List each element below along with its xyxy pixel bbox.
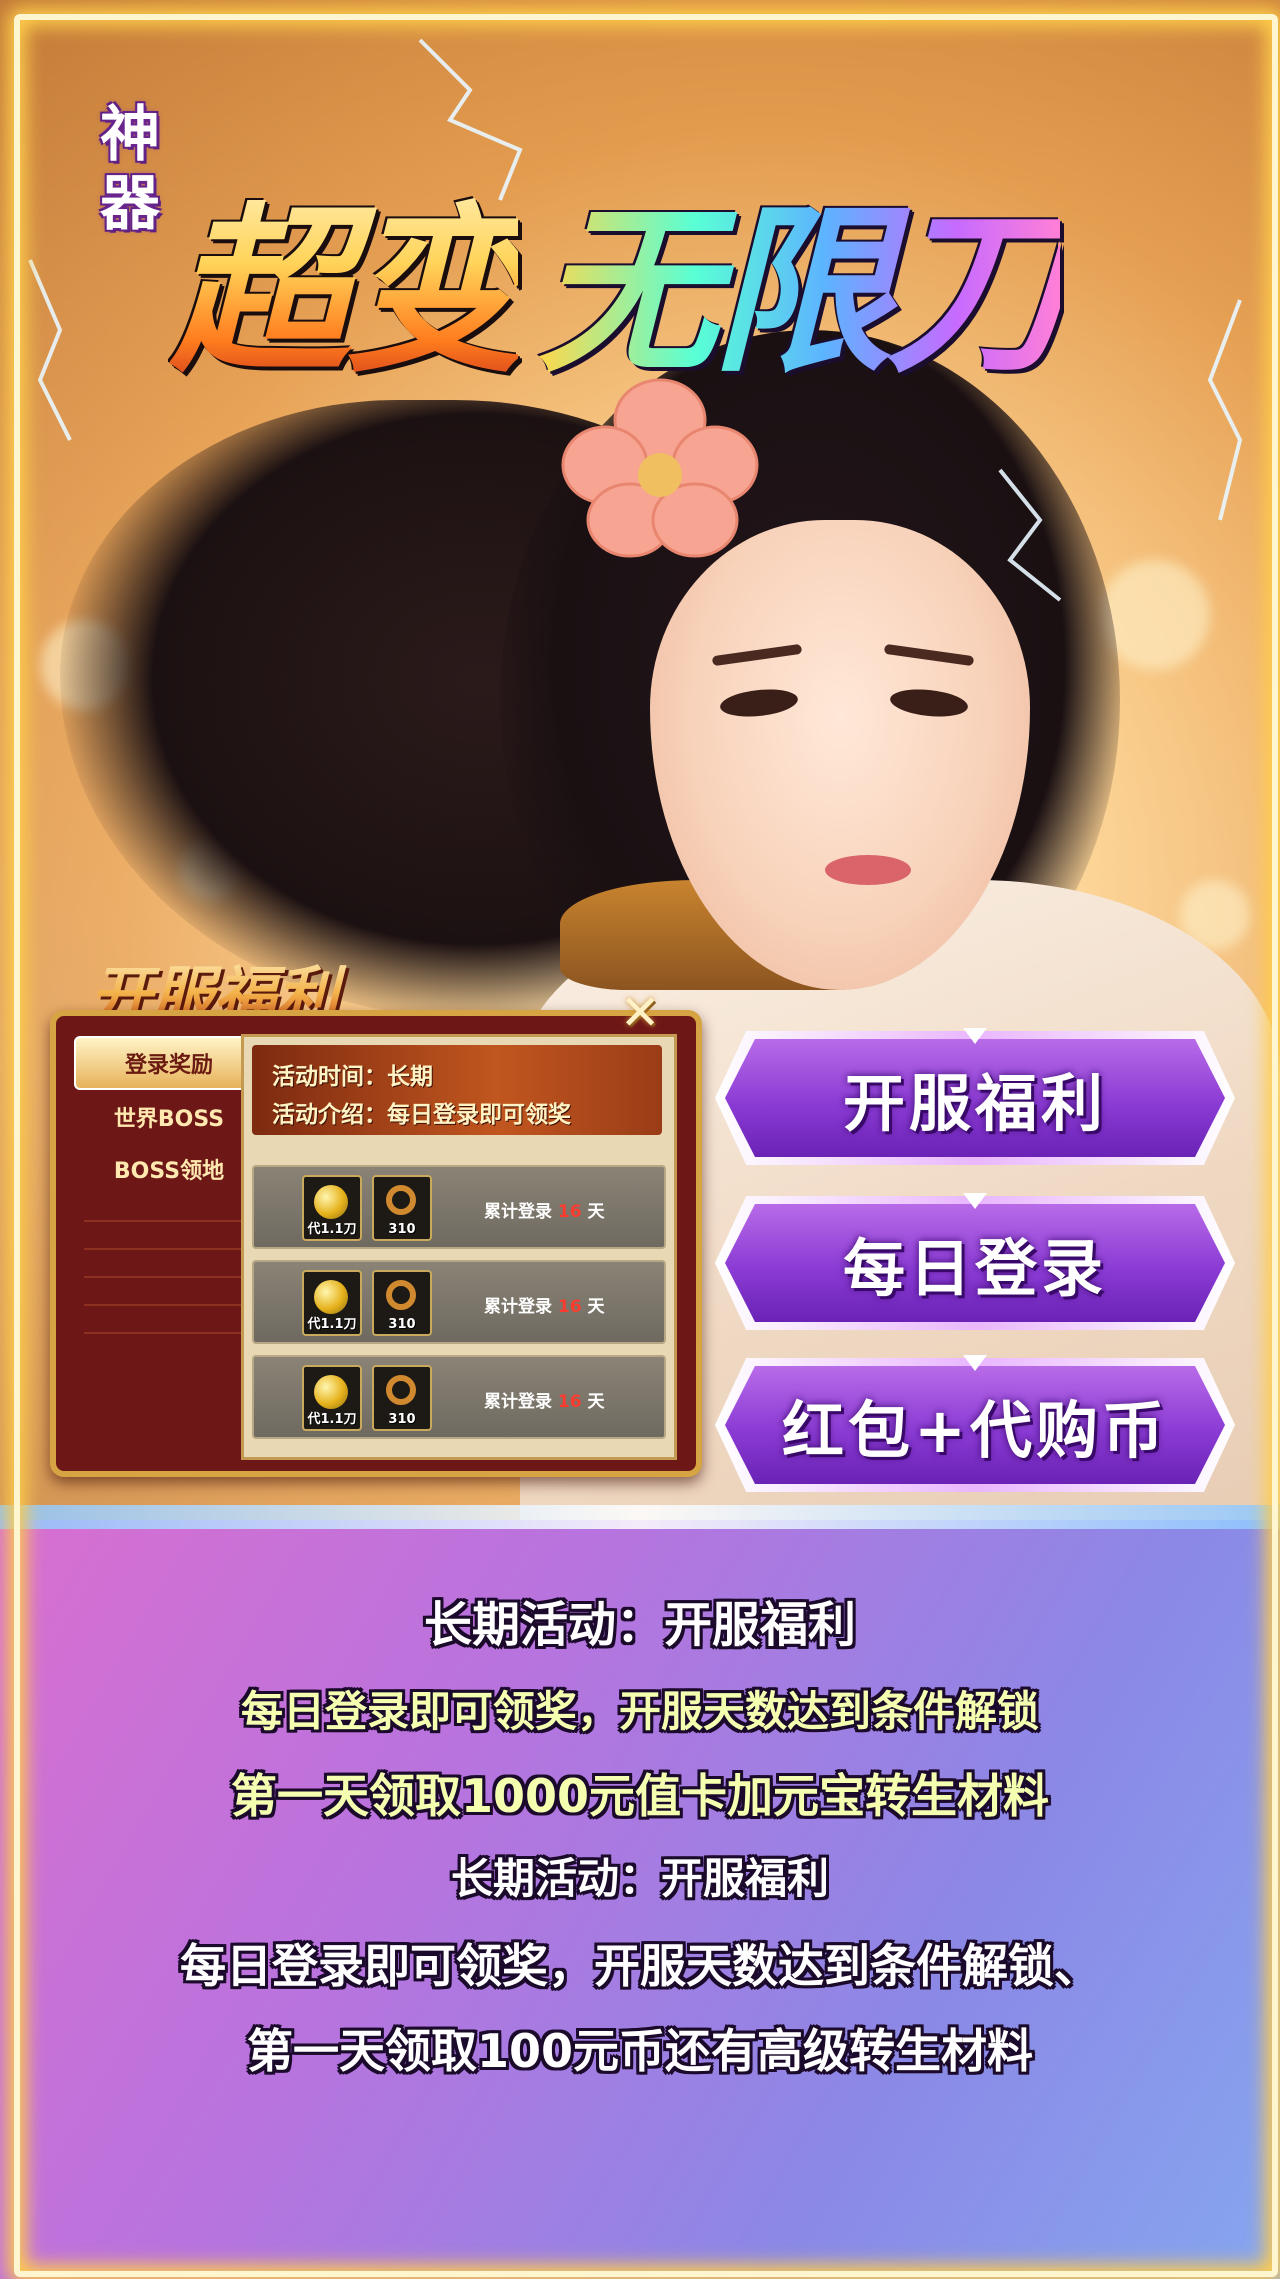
divider (84, 1248, 254, 1250)
open-server-benefits-button[interactable]: 开服福利 (725, 1039, 1225, 1157)
item-label: 310 (388, 1317, 416, 1332)
cumulative-login: 累计登录 16 天 (484, 1387, 605, 1412)
info-line-4: 第一天领取100元币还有高级转生材料 (246, 2024, 1034, 2078)
triangle-marker-icon (963, 1028, 987, 1044)
divider (84, 1276, 254, 1278)
reward-row: 代1.1刀 310 累计登录 16 天 (252, 1165, 666, 1249)
panel-content: 活动时间：长期 活动介绍：每日登录即可领奖 代1.1刀 310 累计登录 16 … (241, 1034, 677, 1460)
divider (84, 1220, 254, 1222)
info-line-2: 第一天领取1000元值卡加元宝转生材料 (230, 1769, 1050, 1823)
red-packet-button[interactable]: 红包+代购币 (725, 1366, 1225, 1484)
ring-icon (386, 1280, 416, 1310)
cumulative-unit: 天 (587, 1297, 605, 1317)
divider (84, 1332, 254, 1334)
info-line-1: 每日登录即可领奖，开服天数达到条件解锁 (240, 1687, 1039, 1736)
info-heading-1: 长期活动：开服福利 (423, 1597, 856, 1653)
sidebar-item-boss-territory[interactable]: BOSS领地 (74, 1144, 264, 1194)
reward-row: 代1.1刀 310 累计登录 16 天 (252, 1260, 666, 1344)
side-tag-bottom: 器 (100, 169, 160, 239)
cumulative-login: 累计登录 16 天 (484, 1292, 605, 1317)
cumulative-label: 累计登录 (484, 1202, 552, 1222)
daily-login-button[interactable]: 每日登录 (725, 1204, 1225, 1322)
title-part-2: 无限刀 (538, 145, 1066, 406)
poster: 神 器 超变 无限刀 开服福利 登录奖励 世界BOSS BOSS领地 活动时间：… (0, 0, 1280, 2279)
info-line-3: 每日登录即可领奖，开服天数达到条件解锁、 (180, 1939, 1100, 1993)
divider (84, 1304, 254, 1306)
cumulative-login: 累计登录 16 天 (484, 1197, 605, 1222)
item-label: 代1.1刀 (307, 1222, 357, 1237)
game-title: 超变 无限刀 (170, 115, 1250, 435)
cumulative-days: 16 (557, 1392, 582, 1412)
activity-description: 活动介绍：每日登录即可领奖 (272, 1102, 571, 1128)
close-icon[interactable]: ✕ (620, 985, 660, 1041)
cumulative-label: 累计登录 (484, 1297, 552, 1317)
reward-row: 代1.1刀 310 累计登录 16 天 (252, 1355, 666, 1439)
sidebar-item-world-boss[interactable]: 世界BOSS (74, 1092, 264, 1142)
reward-item-slot[interactable]: 310 (372, 1175, 432, 1241)
sidebar-item-login-reward[interactable]: 登录奖励 (74, 1036, 264, 1090)
item-label: 310 (388, 1222, 416, 1237)
info-heading-2: 长期活动：开服福利 (450, 1854, 829, 1903)
ring-icon (386, 1185, 416, 1215)
ring-icon (386, 1375, 416, 1405)
coin-icon (314, 1185, 348, 1219)
side-tag-top: 神 (100, 100, 160, 170)
cumulative-label: 累计登录 (484, 1392, 552, 1412)
item-label: 代1.1刀 (307, 1412, 357, 1427)
item-label: 310 (388, 1412, 416, 1427)
reward-item-slot[interactable]: 代1.1刀 (302, 1365, 362, 1431)
reward-item-slot[interactable]: 310 (372, 1365, 432, 1431)
item-label: 代1.1刀 (307, 1317, 357, 1332)
reward-panel: 登录奖励 世界BOSS BOSS领地 活动时间：长期 活动介绍：每日登录即可领奖… (50, 1010, 702, 1477)
cumulative-unit: 天 (587, 1202, 605, 1222)
divider (0, 1505, 1280, 1529)
reward-item-slot[interactable]: 310 (372, 1270, 432, 1336)
panel-sidebar: 登录奖励 世界BOSS BOSS领地 (74, 1036, 264, 1446)
triangle-marker-icon (963, 1355, 987, 1371)
triangle-marker-icon (963, 1193, 987, 1209)
cumulative-days: 16 (557, 1297, 582, 1317)
reward-item-slot[interactable]: 代1.1刀 (302, 1270, 362, 1336)
reward-item-slot[interactable]: 代1.1刀 (302, 1175, 362, 1241)
activity-banner: 活动时间：长期 活动介绍：每日登录即可领奖 (252, 1045, 662, 1135)
coin-icon (314, 1280, 348, 1314)
activity-time: 活动时间：长期 (272, 1064, 433, 1090)
cumulative-days: 16 (557, 1202, 582, 1222)
cumulative-unit: 天 (587, 1392, 605, 1412)
title-part-1: 超变 (170, 145, 524, 406)
coin-icon (314, 1375, 348, 1409)
